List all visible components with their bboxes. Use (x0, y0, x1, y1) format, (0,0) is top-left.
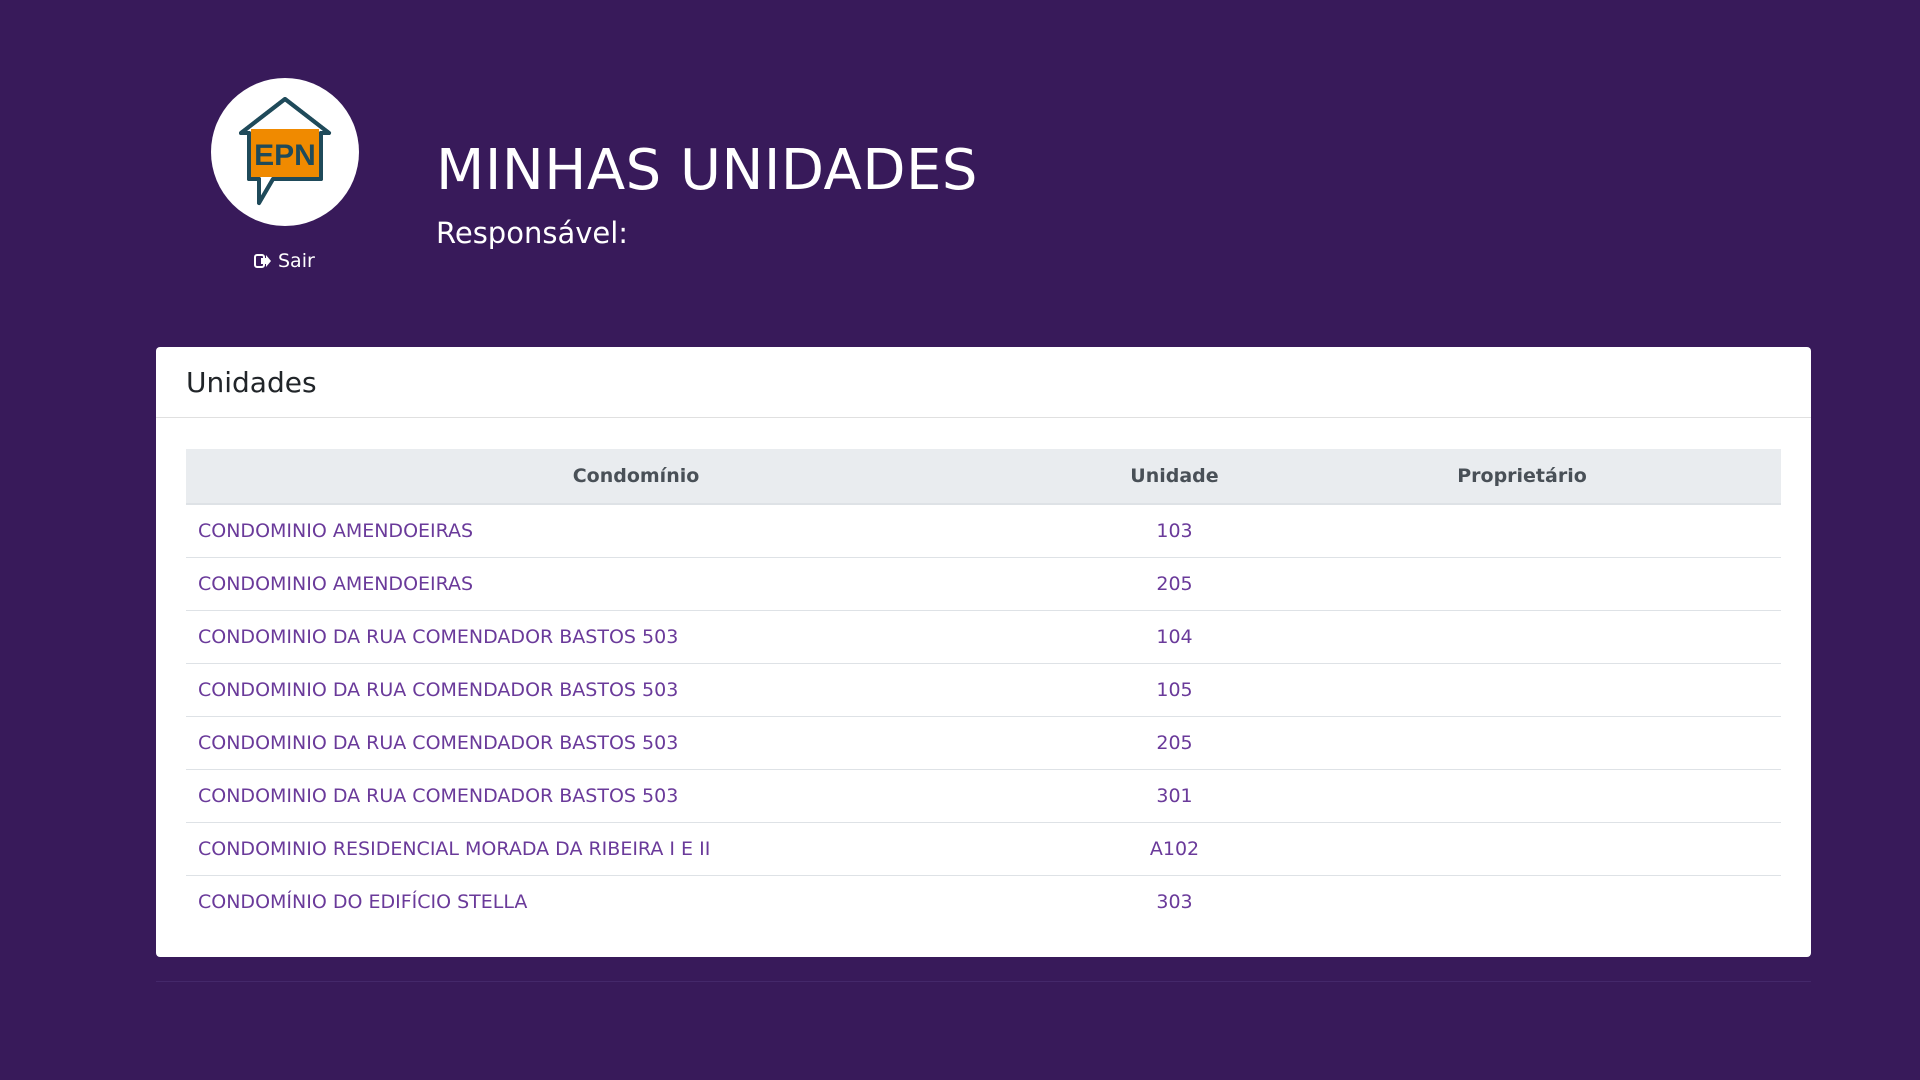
table-header: Condomínio Unidade Proprietário (186, 449, 1781, 505)
logout-link[interactable]: Sair (254, 250, 315, 272)
unidade-link[interactable]: 103 (1156, 520, 1192, 542)
card-header: Unidades (156, 347, 1811, 418)
condominio-link[interactable]: CONDOMINIO DA RUA COMENDADOR BASTOS 503 (198, 785, 678, 807)
table-row[interactable]: CONDOMINIO RESIDENCIAL MORADA DA RIBEIRA… (186, 822, 1781, 876)
unidade-link[interactable]: 205 (1156, 573, 1192, 595)
proprietario-cell (1263, 716, 1781, 770)
card-title: Unidades (186, 365, 317, 399)
table-header-row: Condomínio Unidade Proprietário (186, 449, 1781, 505)
proprietario-cell (1263, 504, 1781, 558)
table-row[interactable]: CONDOMINIO AMENDOEIRAS 103 (186, 504, 1781, 558)
unidade-link[interactable]: 104 (1156, 626, 1192, 648)
sign-out-icon (254, 254, 271, 268)
epn-house-logo-icon: EPN (239, 97, 331, 205)
proprietario-cell (1263, 610, 1781, 664)
table-body: CONDOMINIO AMENDOEIRAS 103 CONDOMINIO AM… (186, 504, 1781, 928)
page-title: MINHAS UNIDADES (436, 138, 978, 203)
condominio-link[interactable]: CONDOMÍNIO DO EDIFÍCIO STELLA (198, 891, 527, 913)
table-row[interactable]: CONDOMINIO DA RUA COMENDADOR BASTOS 503 … (186, 663, 1781, 717)
condominio-link[interactable]: CONDOMINIO RESIDENCIAL MORADA DA RIBEIRA… (198, 838, 710, 860)
proprietario-cell (1263, 557, 1781, 611)
unidade-link[interactable]: A102 (1150, 838, 1199, 860)
unidade-link[interactable]: 205 (1156, 732, 1192, 754)
table-row[interactable]: CONDOMINIO DA RUA COMENDADOR BASTOS 503 … (186, 610, 1781, 664)
condominio-link[interactable]: CONDOMINIO DA RUA COMENDADOR BASTOS 503 (198, 679, 678, 701)
table-row[interactable]: CONDOMINIO AMENDOEIRAS 205 (186, 557, 1781, 611)
table-row[interactable]: CONDOMINIO DA RUA COMENDADOR BASTOS 503 … (186, 716, 1781, 770)
unidade-link[interactable]: 303 (1156, 891, 1192, 913)
condominio-link[interactable]: CONDOMINIO AMENDOEIRAS (198, 573, 473, 595)
unidade-link[interactable]: 105 (1156, 679, 1192, 701)
column-header-condominio: Condomínio (186, 449, 1086, 505)
page: EPN Sair MINHAS UNIDADES Responsável: Un… (0, 0, 1920, 1080)
table-row[interactable]: CONDOMÍNIO DO EDIFÍCIO STELLA 303 (186, 876, 1781, 929)
responsible-label: Responsável: (436, 216, 629, 250)
proprietario-cell (1263, 876, 1781, 929)
units-table-wrapper: Condomínio Unidade Proprietário CONDOMIN… (186, 449, 1781, 928)
proprietario-cell (1263, 822, 1781, 876)
logo-text: EPN (254, 139, 316, 172)
proprietario-cell (1263, 769, 1781, 823)
condominio-link[interactable]: CONDOMINIO DA RUA COMENDADOR BASTOS 503 (198, 732, 678, 754)
proprietario-cell (1263, 663, 1781, 717)
condominio-link[interactable]: CONDOMINIO DA RUA COMENDADOR BASTOS 503 (198, 626, 678, 648)
logout-label: Sair (278, 250, 315, 272)
logo: EPN (211, 78, 359, 226)
unidade-link[interactable]: 301 (1156, 785, 1192, 807)
units-card: Unidades Condomínio Unidade Proprietário… (156, 347, 1811, 957)
units-table: Condomínio Unidade Proprietário CONDOMIN… (186, 449, 1781, 928)
footer-divider (156, 981, 1811, 982)
table-row[interactable]: CONDOMINIO DA RUA COMENDADOR BASTOS 503 … (186, 769, 1781, 823)
condominio-link[interactable]: CONDOMINIO AMENDOEIRAS (198, 520, 473, 542)
column-header-unidade: Unidade (1086, 449, 1263, 505)
column-header-proprietario: Proprietário (1263, 449, 1781, 505)
